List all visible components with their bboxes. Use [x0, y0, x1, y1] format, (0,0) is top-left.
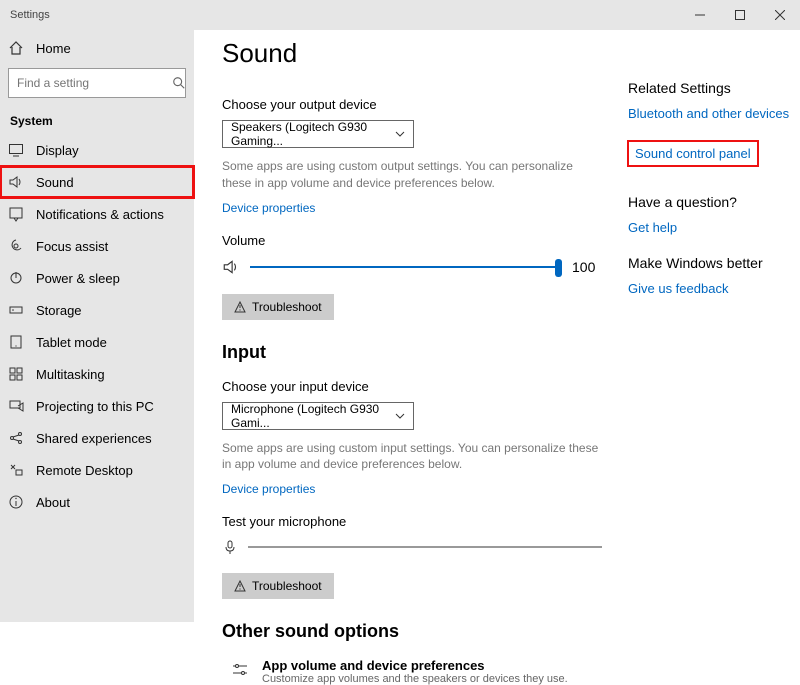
- volume-slider[interactable]: [250, 258, 562, 276]
- sidebar-item-display[interactable]: Display: [0, 134, 194, 166]
- microphone-icon: [222, 539, 238, 555]
- sound-control-panel-highlight: Sound control panel: [628, 141, 758, 166]
- sidebar-item-tablet[interactable]: Tablet mode: [0, 326, 194, 358]
- test-mic-label: Test your microphone: [222, 514, 602, 529]
- input-troubleshoot-button[interactable]: Troubleshoot: [222, 573, 334, 599]
- sidebar-item-projecting[interactable]: Projecting to this PC: [0, 390, 194, 422]
- projecting-icon: [8, 398, 24, 414]
- close-button[interactable]: [760, 0, 800, 30]
- power-icon: [8, 270, 24, 286]
- sidebar-item-label: Notifications & actions: [36, 207, 164, 222]
- tablet-icon: [8, 334, 24, 350]
- input-help-text: Some apps are using custom input setting…: [222, 440, 602, 474]
- home-label: Home: [36, 41, 71, 56]
- sidebar-item-label: Multitasking: [36, 367, 105, 382]
- minimize-button[interactable]: [680, 0, 720, 30]
- warning-icon: [234, 580, 246, 592]
- input-heading: Input: [222, 342, 602, 363]
- question-heading: Have a question?: [628, 194, 796, 210]
- sidebar-item-about[interactable]: About: [0, 486, 194, 518]
- about-icon: [8, 494, 24, 510]
- output-choose-label: Choose your output device: [222, 97, 602, 112]
- notifications-icon: [8, 206, 24, 222]
- sound-control-panel-link[interactable]: Sound control panel: [635, 146, 751, 161]
- home-icon: [8, 40, 24, 56]
- sidebar-item-label: Sound: [36, 175, 74, 190]
- app-volume-title: App volume and device preferences: [262, 658, 568, 673]
- input-device-properties-link[interactable]: Device properties: [222, 482, 315, 496]
- sidebar-item-label: Focus assist: [36, 239, 108, 254]
- input-choose-label: Choose your input device: [222, 379, 602, 394]
- speaker-icon: [222, 258, 240, 276]
- sidebar-item-power[interactable]: Power & sleep: [0, 262, 194, 294]
- sidebar-item-label: Power & sleep: [36, 271, 120, 286]
- sidebar-item-remote-desktop[interactable]: Remote Desktop: [0, 454, 194, 486]
- display-icon: [8, 142, 24, 158]
- remote-desktop-icon: [8, 462, 24, 478]
- output-device-dropdown[interactable]: Speakers (Logitech G930 Gaming...: [222, 120, 414, 148]
- input-device-selected: Microphone (Logitech G930 Gami...: [231, 402, 395, 430]
- app-name: Settings: [0, 9, 50, 21]
- better-heading: Make Windows better: [628, 255, 796, 271]
- sidebar-item-home[interactable]: Home: [0, 30, 194, 66]
- related-settings-heading: Related Settings: [628, 80, 796, 96]
- content: Sound Choose your output device Speakers…: [222, 38, 602, 614]
- feedback-link[interactable]: Give us feedback: [628, 281, 796, 296]
- sidebar-section-label: System: [0, 106, 194, 134]
- volume-value: 100: [572, 259, 602, 275]
- volume-label: Volume: [222, 233, 602, 248]
- chevron-down-icon: [395, 411, 405, 421]
- sidebar-item-label: Tablet mode: [36, 335, 107, 350]
- sidebar-item-label: Storage: [36, 303, 82, 318]
- sidebar-item-storage[interactable]: Storage: [0, 294, 194, 326]
- other-sound-heading: Other sound options: [222, 621, 602, 642]
- window-buttons: [680, 0, 800, 30]
- right-column: Related Settings Bluetooth and other dev…: [610, 38, 796, 614]
- maximize-button[interactable]: [720, 0, 760, 30]
- output-device-selected: Speakers (Logitech G930 Gaming...: [231, 120, 395, 148]
- sidebar-item-shared[interactable]: Shared experiences: [0, 422, 194, 454]
- storage-icon: [8, 302, 24, 318]
- sidebar-item-sound[interactable]: Sound: [0, 166, 194, 198]
- sidebar-item-label: Projecting to this PC: [36, 399, 154, 414]
- get-help-link[interactable]: Get help: [628, 220, 796, 235]
- chevron-down-icon: [395, 129, 405, 139]
- output-troubleshoot-button[interactable]: Troubleshoot: [222, 294, 334, 320]
- titlebar: Settings: [0, 0, 800, 30]
- app-volume-option[interactable]: App volume and device preferences Custom…: [222, 658, 602, 685]
- output-help-text: Some apps are using custom output settin…: [222, 158, 602, 192]
- page-title: Sound: [222, 38, 602, 69]
- sound-icon: [8, 174, 24, 190]
- output-device-properties-link[interactable]: Device properties: [222, 201, 315, 215]
- warning-icon: [234, 301, 246, 313]
- sidebar-item-notifications[interactable]: Notifications & actions: [0, 198, 194, 230]
- shared-icon: [8, 430, 24, 446]
- focus-assist-icon: [8, 238, 24, 254]
- sliders-icon: [230, 658, 250, 680]
- sidebar-item-label: Remote Desktop: [36, 463, 133, 478]
- troubleshoot-label: Troubleshoot: [252, 579, 322, 593]
- sidebar-item-label: Display: [36, 143, 79, 158]
- sidebar-item-focus-assist[interactable]: Focus assist: [0, 230, 194, 262]
- sidebar: Home System Display Sound Notifications …: [0, 30, 194, 622]
- search-icon: [172, 76, 186, 90]
- troubleshoot-label: Troubleshoot: [252, 300, 322, 314]
- input-device-dropdown[interactable]: Microphone (Logitech G930 Gami...: [222, 402, 414, 430]
- search-box[interactable]: [8, 68, 186, 98]
- bluetooth-link[interactable]: Bluetooth and other devices: [628, 106, 796, 121]
- mic-level-meter: [248, 546, 602, 548]
- app-volume-sub: Customize app volumes and the speakers o…: [262, 673, 568, 685]
- sidebar-item-multitasking[interactable]: Multitasking: [0, 358, 194, 390]
- multitasking-icon: [8, 366, 24, 382]
- sidebar-item-label: Shared experiences: [36, 431, 152, 446]
- search-input[interactable]: [17, 76, 172, 90]
- sidebar-item-label: About: [36, 495, 70, 510]
